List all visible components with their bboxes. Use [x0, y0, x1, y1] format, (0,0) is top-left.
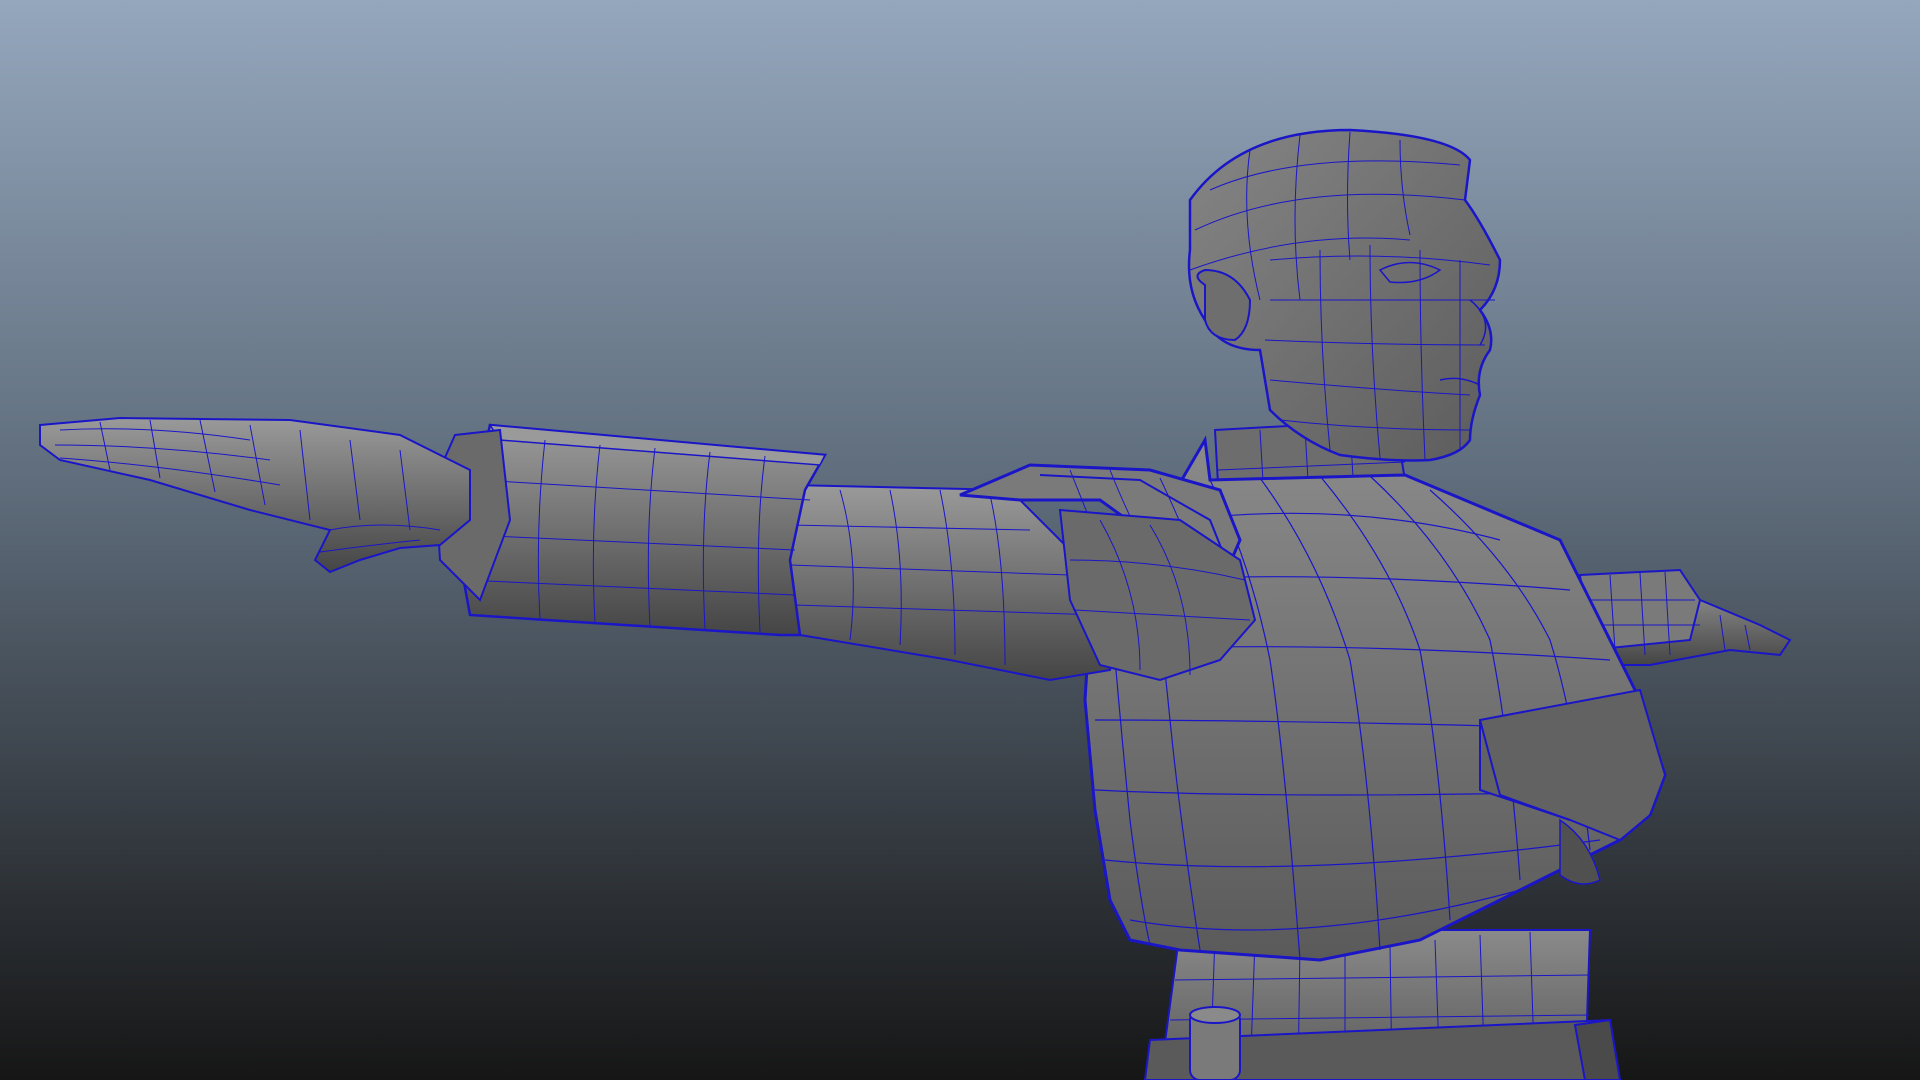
- near-hand[interactable]: [39, 416, 471, 574]
- character-model[interactable]: [0, 0, 1920, 1080]
- head[interactable]: [1187, 128, 1502, 462]
- 3d-viewport[interactable]: [0, 0, 1920, 1080]
- near-arm[interactable]: [433, 423, 1122, 682]
